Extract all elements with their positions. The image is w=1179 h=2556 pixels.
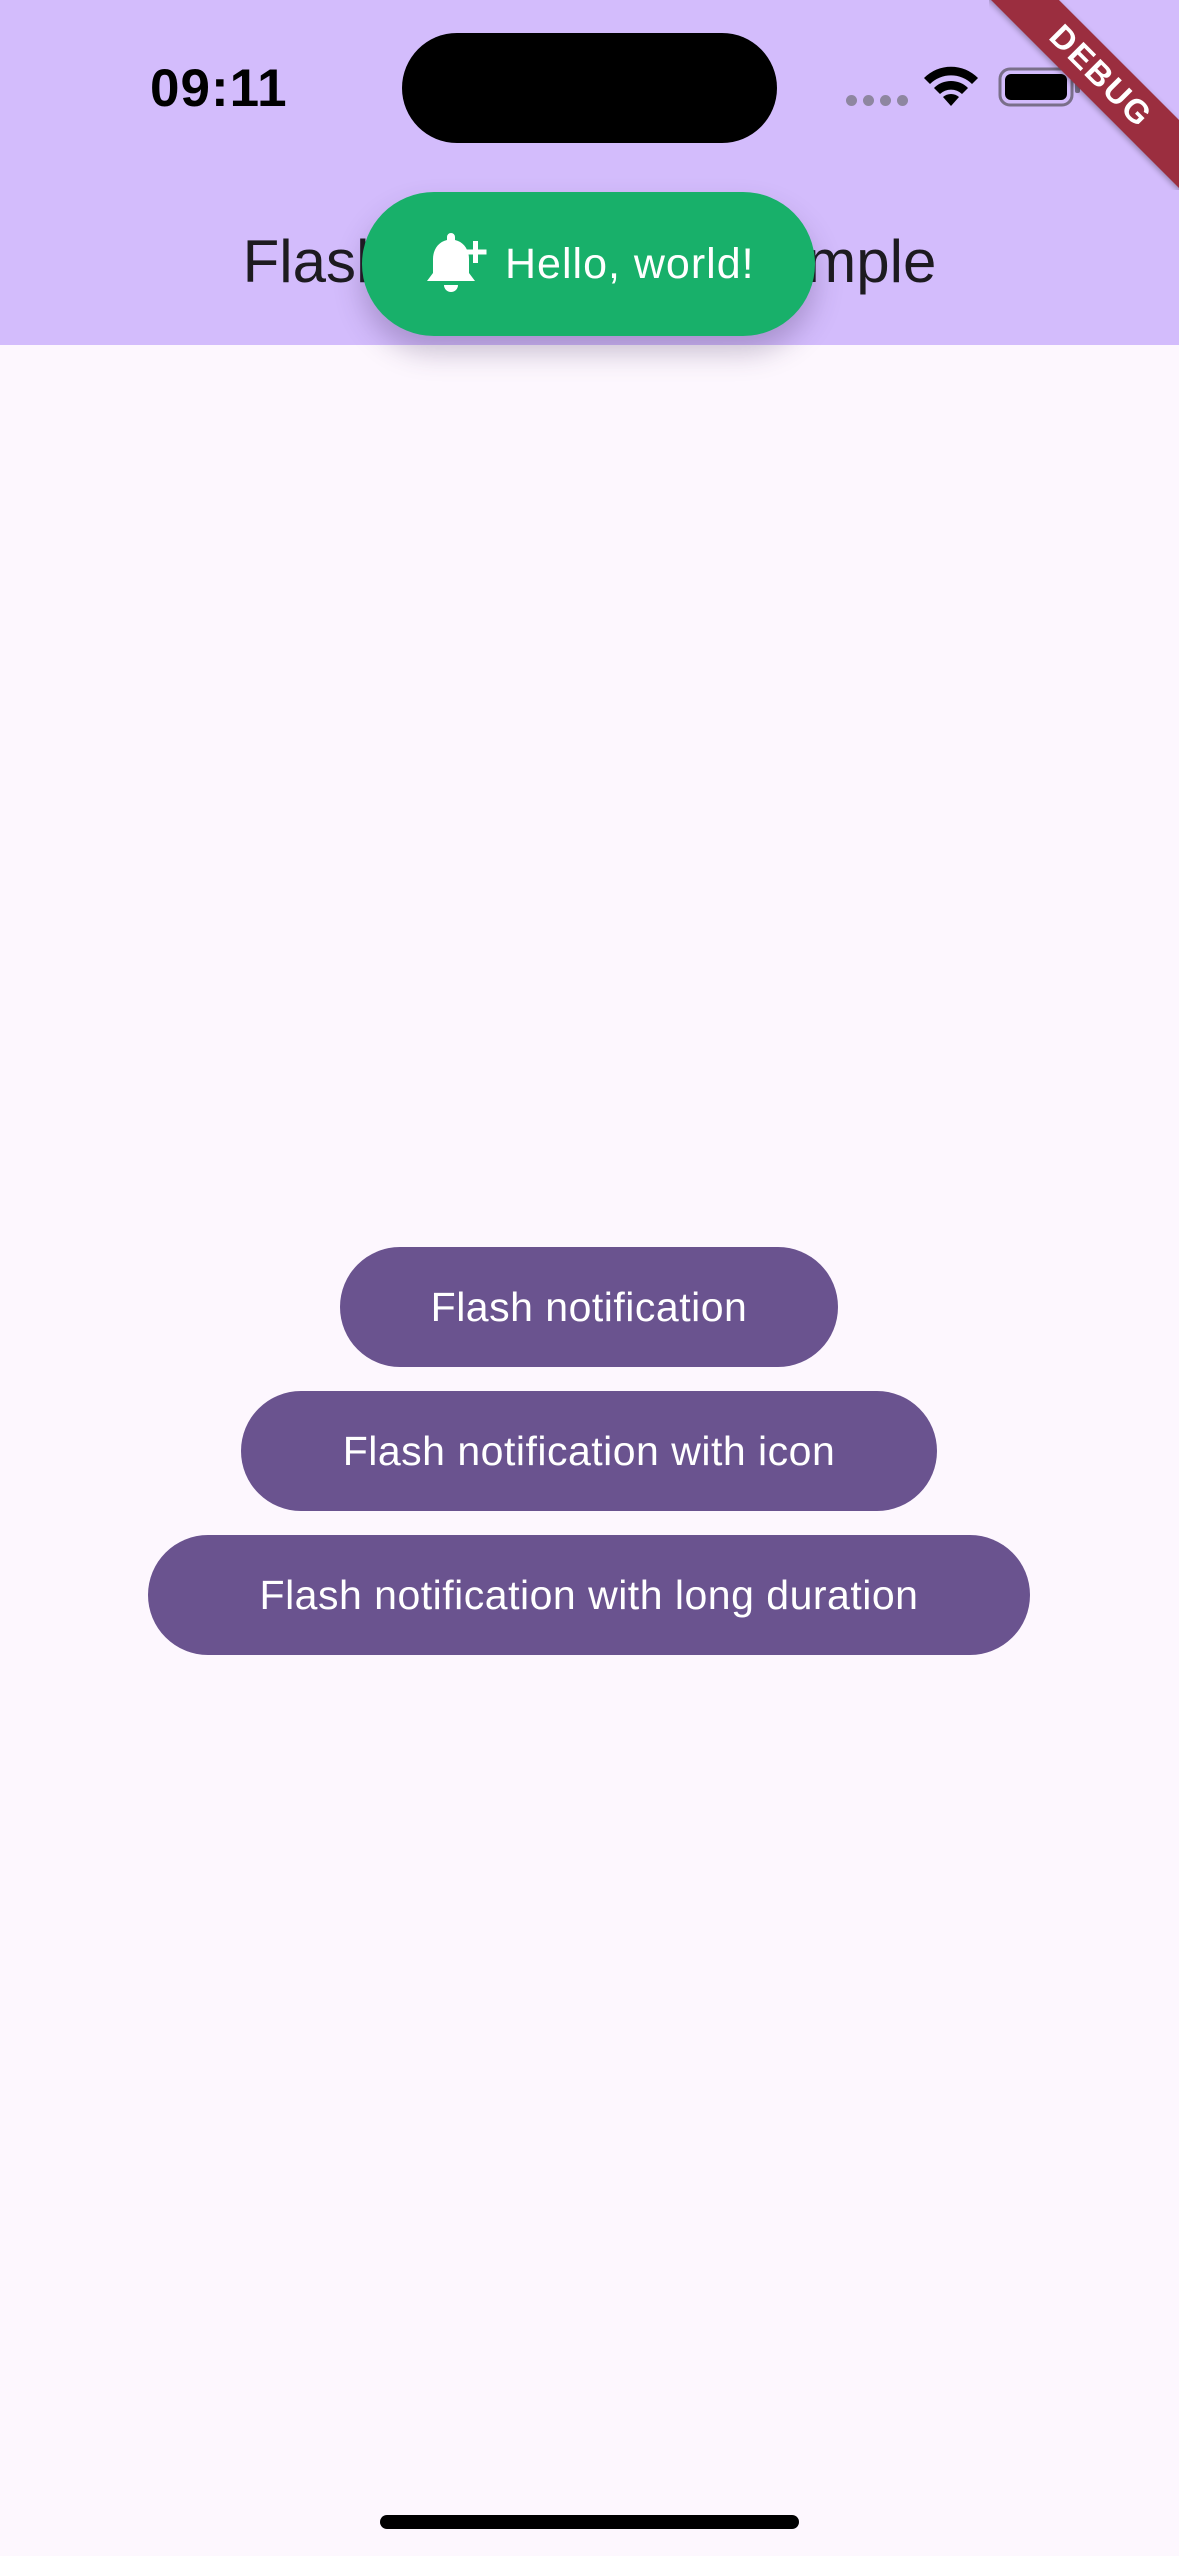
status-time: 09:11: [150, 59, 288, 118]
debug-banner: DEBUG: [989, 0, 1179, 190]
flash-notification-with-icon-button[interactable]: Flash notification with icon: [241, 1391, 937, 1511]
bell-plus-icon: [427, 233, 487, 292]
flash-notification-toast[interactable]: Hello, world!: [362, 192, 815, 336]
flash-notification-button[interactable]: Flash notification: [340, 1247, 838, 1367]
dynamic-island: [402, 33, 777, 143]
cellular-signal-icon: [846, 95, 908, 106]
home-indicator[interactable]: [380, 2515, 799, 2529]
debug-banner-label: DEBUG: [989, 0, 1179, 190]
toast-message: Hello, world!: [505, 240, 755, 288]
wifi-icon: [924, 66, 978, 106]
flash-notification-long-duration-button[interactable]: Flash notification with long duration: [148, 1535, 1030, 1655]
